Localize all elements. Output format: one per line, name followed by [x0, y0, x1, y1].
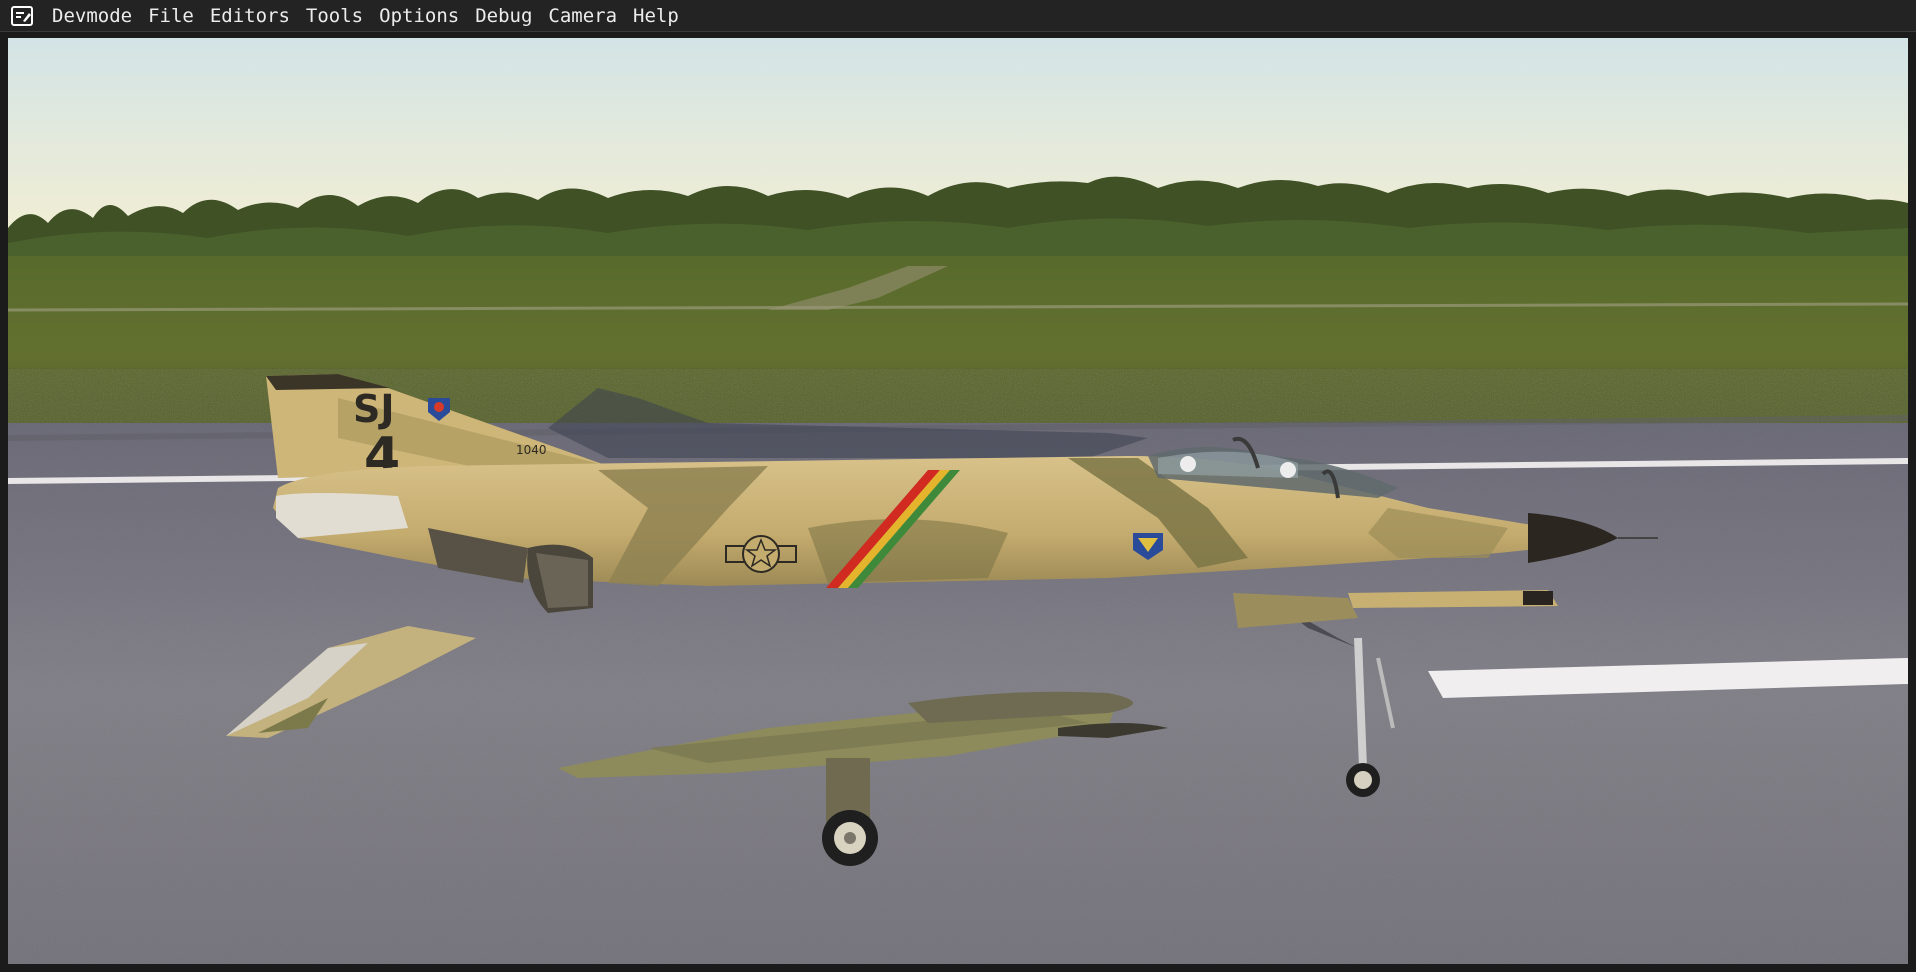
menu-bar: Devmode File Editors Tools Options Debug… [0, 0, 1916, 32]
tail-code: SJ [353, 387, 395, 431]
menu-help[interactable]: Help [625, 0, 687, 32]
menu-editors[interactable]: Editors [202, 0, 298, 32]
scene-render: SJ 4 1040 [8, 38, 1908, 964]
menu-file[interactable]: File [140, 0, 202, 32]
main-landing-gear [822, 758, 878, 866]
menu-debug[interactable]: Debug [467, 0, 540, 32]
menu-tools[interactable]: Tools [298, 0, 371, 32]
devmode-icon[interactable] [10, 4, 34, 28]
menu-options[interactable]: Options [371, 0, 467, 32]
tail-serial: 1040 [516, 443, 547, 457]
menu-devmode[interactable]: Devmode [44, 0, 140, 32]
menu-camera[interactable]: Camera [540, 0, 625, 32]
sim-viewport[interactable]: SJ 4 1040 [8, 38, 1908, 964]
